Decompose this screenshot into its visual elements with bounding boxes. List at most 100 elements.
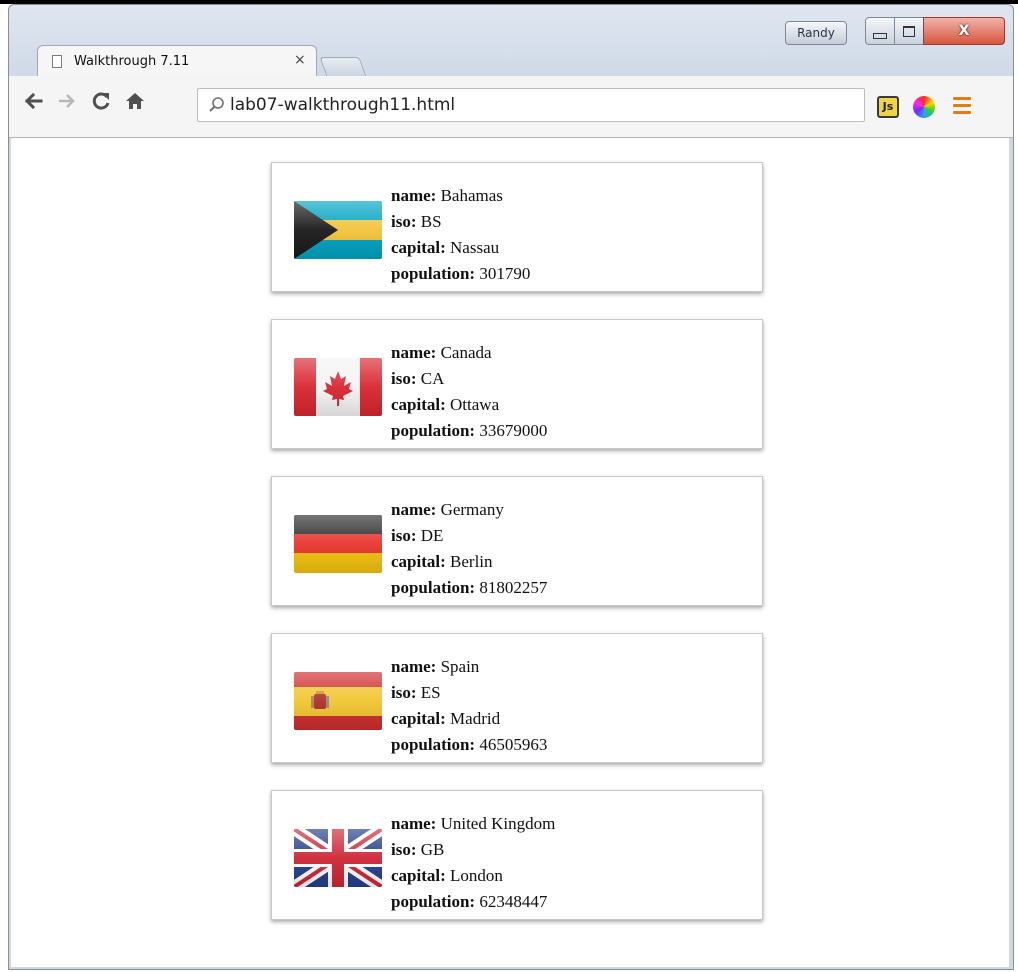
search-icon [208,96,226,114]
iso-row: iso: CA [391,366,547,392]
country-card: name: United Kingdom iso: GB capital: Lo… [271,790,763,920]
population-row: population: 46505963 [391,732,547,758]
country-capital: Ottawa [450,395,500,414]
forward-button[interactable] [55,90,79,116]
iso-row: iso: BS [391,209,530,235]
iso-label: iso: [391,212,417,231]
country-info: name: Germany iso: DE capital: Berlin po… [391,497,547,601]
tab-close-button[interactable]: × [294,52,306,68]
country-iso: ES [420,683,441,702]
country-card: name: Bahamas iso: BS capital: Nassau po… [271,162,763,292]
spain-flag-icon [294,672,382,730]
browser-toolbar: lab07-walkthrough11.html Js [9,76,1013,138]
color-picker-extension-icon[interactable] [913,96,935,118]
country-info: name: Spain iso: ES capital: Madrid popu… [391,654,547,758]
browser-menu-icon[interactable] [953,97,971,117]
tab-title: Walkthrough 7.11 [74,54,190,69]
reload-button[interactable] [89,90,113,116]
url-text: lab07-walkthrough11.html [230,95,456,115]
population-label: population: [391,264,476,283]
country-iso: GB [420,840,445,859]
country-iso: BS [420,212,442,231]
capital-row: capital: Nassau [391,235,530,261]
name-row: name: Spain [391,654,547,680]
country-capital: London [450,866,503,885]
united-kingdom-flag-icon [294,829,382,887]
name-row: name: United Kingdom [391,811,555,837]
bahamas-flag-icon [294,201,382,259]
country-capital: Nassau [450,238,500,257]
iso-label: iso: [391,526,417,545]
population-label: population: [391,578,476,597]
capital-label: capital: [391,866,446,885]
capital-row: capital: London [391,863,555,889]
capital-label: capital: [391,395,446,414]
iso-row: iso: DE [391,523,547,549]
iso-label: iso: [391,683,417,702]
name-label: name: [391,186,437,205]
name-row: name: Canada [391,340,547,366]
country-name: Spain [440,657,480,676]
forward-arrow-icon [59,94,75,108]
page-viewport: name: Bahamas iso: BS capital: Nassau po… [11,138,1009,967]
iso-row: iso: ES [391,680,547,706]
back-arrow-icon [24,92,43,110]
canada-flag-icon [294,358,382,416]
browser-window: Randy X Walkthrough 7.11 × lab07-walkthr… [8,4,1014,970]
name-label: name: [391,814,437,833]
population-label: population: [391,735,476,754]
capital-row: capital: Berlin [391,549,547,575]
population-row: population: 33679000 [391,418,547,444]
profile-button[interactable]: Randy [785,21,847,45]
country-population: 301790 [479,264,531,283]
capital-row: capital: Ottawa [391,392,547,418]
name-label: name: [391,500,437,519]
name-label: name: [391,343,437,362]
country-population: 46505963 [479,735,548,754]
home-button[interactable] [123,90,147,116]
population-row: population: 62348447 [391,889,555,915]
population-label: population: [391,892,476,911]
capital-row: capital: Madrid [391,706,547,732]
home-icon [126,93,144,109]
population-row: population: 81802257 [391,575,547,601]
germany-flag-icon [294,515,382,573]
population-row: population: 301790 [391,261,530,287]
country-iso: CA [420,369,445,388]
capital-label: capital: [391,552,446,571]
address-bar[interactable]: lab07-walkthrough11.html [197,88,865,122]
reload-icon [92,92,110,110]
capital-label: capital: [391,709,446,728]
maximize-button[interactable] [894,17,924,45]
iso-label: iso: [391,369,417,388]
country-card: name: Canada iso: CA capital: Ottawa pop… [271,319,763,449]
country-capital: Madrid [450,709,501,728]
close-window-button[interactable]: X [923,17,1005,45]
js-extension-icon[interactable]: Js [877,96,899,118]
name-label: name: [391,657,437,676]
back-button[interactable] [21,90,45,116]
country-capital: Berlin [450,552,493,571]
country-info: name: Canada iso: CA capital: Ottawa pop… [391,340,547,444]
country-population: 81802257 [479,578,548,597]
country-card: name: Spain iso: ES capital: Madrid popu… [271,633,763,763]
minimize-button[interactable] [865,17,895,45]
new-tab-button[interactable] [319,57,367,77]
iso-row: iso: GB [391,837,555,863]
country-card: name: Germany iso: DE capital: Berlin po… [271,476,763,606]
capital-label: capital: [391,238,446,257]
country-name: United Kingdom [440,814,556,833]
country-info: name: United Kingdom iso: GB capital: Lo… [391,811,555,915]
maximize-icon [903,25,915,37]
country-name: Germany [440,500,504,519]
tab-walkthrough[interactable]: Walkthrough 7.11 × [37,45,317,77]
country-population: 33679000 [479,421,548,440]
population-label: population: [391,421,476,440]
minimize-icon [873,33,887,39]
country-name: Canada [440,343,492,362]
country-info: name: Bahamas iso: BS capital: Nassau po… [391,183,530,287]
iso-label: iso: [391,840,417,859]
page-icon [52,55,62,68]
country-iso: DE [420,526,444,545]
close-icon: X [958,23,970,39]
